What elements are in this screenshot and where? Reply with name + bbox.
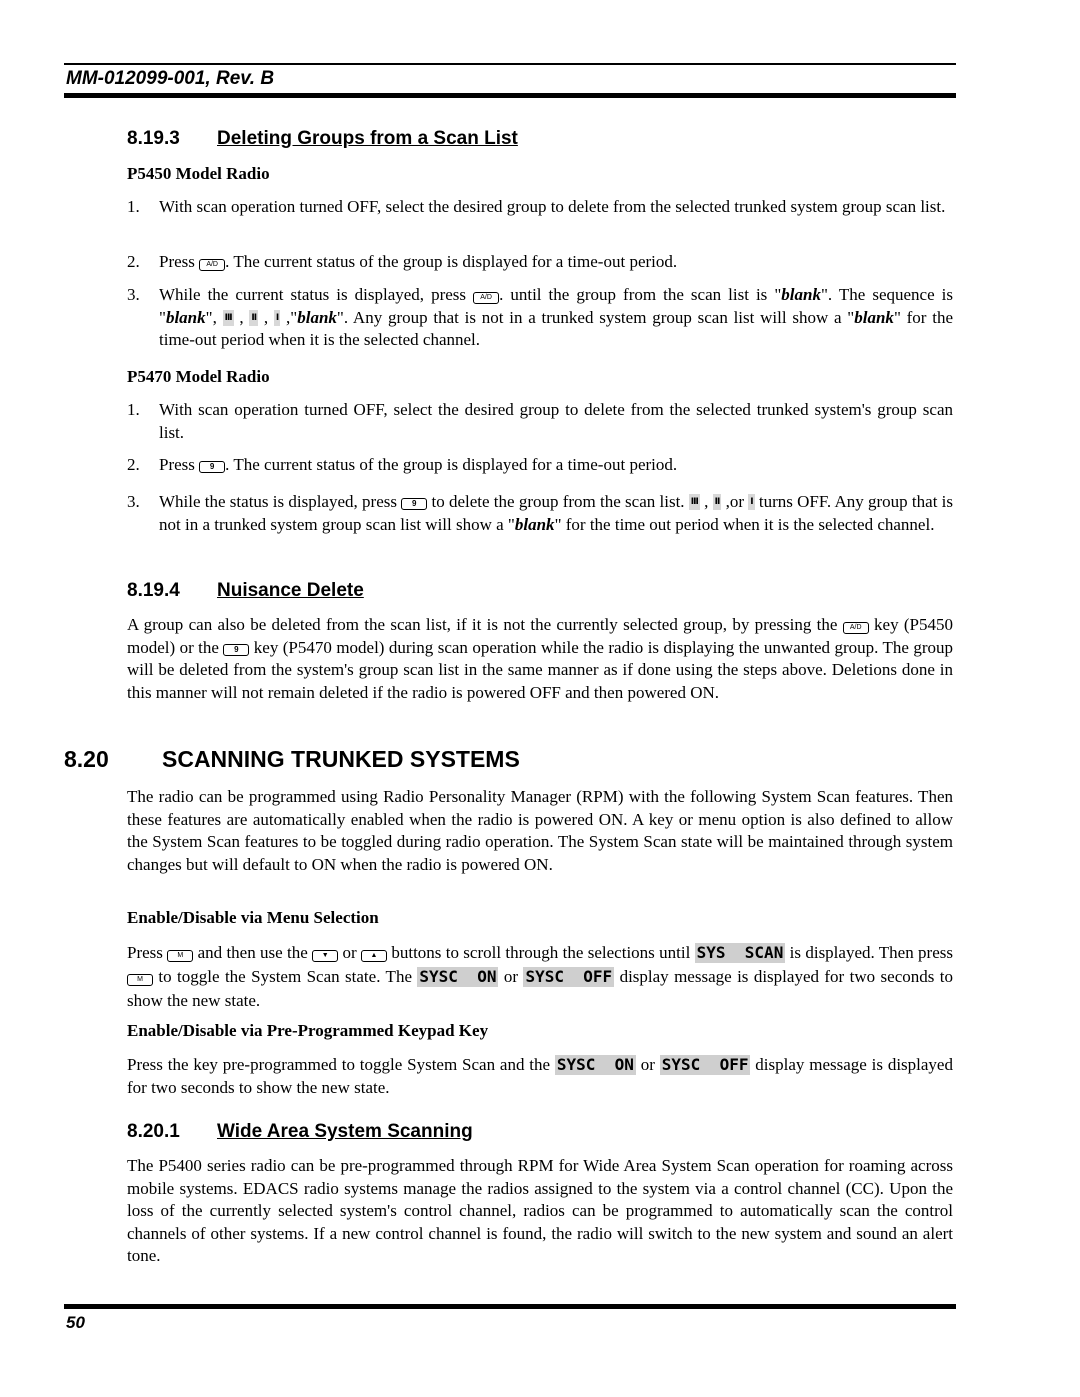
list-item: 3. While the current status is displayed… bbox=[127, 284, 953, 352]
document-page: MM-012099-001, Rev. B 8.19.3 Deleting Gro… bbox=[0, 0, 1080, 1397]
list-item: 2. Press 9. The current status of the gr… bbox=[127, 454, 953, 477]
subheading-p5470: P5470 Model Radio bbox=[127, 367, 270, 386]
nuisance-delete-paragraph: A group can also be deleted from the sca… bbox=[127, 615, 953, 702]
item-text: Press A/D. The current status of the gro… bbox=[159, 252, 678, 271]
lcd-sysc-on: SYSC ON bbox=[417, 967, 499, 987]
section-heading-8-19-4: 8.19.4 Nuisance Delete bbox=[127, 580, 364, 602]
item-text: While the status is displayed, press 9 t… bbox=[159, 492, 954, 534]
list-item: 1. With scan operation turned OFF, selec… bbox=[127, 196, 953, 219]
menu-selection-paragraph: Press M and then use the ▼ or ▲ buttons … bbox=[127, 943, 953, 1010]
section-heading-8-19-3: 8.19.3 Deleting Groups from a Scan List bbox=[127, 128, 518, 150]
ad-key-icon: A/D bbox=[842, 622, 869, 634]
subheading-keypad-key: Enable/Disable via Pre-Programmed Keypad… bbox=[127, 1021, 489, 1040]
header-rule-thick bbox=[64, 93, 956, 98]
scanning-intro-paragraph: The radio can be programmed using Radio … bbox=[127, 787, 953, 874]
scan-priority-2-icon: II bbox=[249, 309, 259, 326]
lcd-sysc-off: SYSC OFF bbox=[523, 967, 615, 987]
menu-key-icon: M bbox=[127, 974, 153, 986]
item-number: 1. bbox=[127, 400, 140, 419]
list-item: 3. While the status is displayed, press … bbox=[127, 491, 953, 536]
scan-priority-3-icon: III bbox=[222, 309, 234, 326]
footer-rule bbox=[64, 1304, 956, 1309]
ad-key-icon: A/D bbox=[473, 292, 500, 304]
section-heading-8-20: 8.20 SCANNING TRUNKED SYSTEMS bbox=[64, 746, 520, 773]
subheading-menu-selection: Enable/Disable via Menu Selection bbox=[127, 908, 379, 927]
document-id: MM-012099-001, Rev. B bbox=[66, 68, 275, 89]
item-text: Press 9. The current status of the group… bbox=[159, 455, 678, 474]
section-heading-8-20-1: 8.20.1 Wide Area System Scanning bbox=[127, 1121, 473, 1143]
page-number: 50 bbox=[66, 1313, 85, 1332]
header-rule-thin bbox=[64, 63, 956, 65]
item-number: 3. bbox=[127, 285, 140, 304]
item-number: 1. bbox=[127, 197, 140, 216]
lcd-sys-scan: SYS SCAN bbox=[694, 943, 786, 963]
down-key-icon: ▼ bbox=[312, 950, 339, 962]
menu-key-icon: M bbox=[167, 950, 194, 962]
section-title: Deleting Groups from a Scan List bbox=[217, 128, 518, 149]
section-title: Nuisance Delete bbox=[217, 580, 364, 601]
item-number: 2. bbox=[127, 252, 140, 271]
nine-del-key-icon: 9 bbox=[401, 498, 428, 510]
scan-priority-3-icon: III bbox=[688, 494, 700, 510]
list-item: 2. Press A/D. The current status of the … bbox=[127, 251, 953, 274]
item-number: 2. bbox=[127, 455, 140, 474]
nine-del-key-icon: 9 bbox=[199, 461, 226, 473]
ad-key-icon: A/D bbox=[199, 259, 226, 271]
keypad-key-paragraph: Press the key pre-programmed to toggle S… bbox=[127, 1055, 953, 1097]
wide-area-paragraph: The P5400 series radio can be pre-progra… bbox=[127, 1156, 953, 1265]
item-number: 3. bbox=[127, 492, 140, 511]
item-text: With scan operation turned OFF, select t… bbox=[159, 400, 953, 442]
scan-priority-2-icon: II bbox=[712, 494, 722, 510]
section-title: SCANNING TRUNKED SYSTEMS bbox=[162, 746, 520, 772]
lcd-sysc-off: SYSC OFF bbox=[659, 1055, 751, 1075]
section-number: 8.19.3 bbox=[127, 128, 180, 149]
section-title: Wide Area System Scanning bbox=[217, 1121, 473, 1142]
section-number: 8.19.4 bbox=[127, 580, 180, 601]
item-text: With scan operation turned OFF, select t… bbox=[159, 197, 946, 216]
lcd-sysc-on: SYSC ON bbox=[554, 1055, 636, 1075]
nine-del-key-icon: 9 bbox=[223, 643, 250, 656]
list-item: 1. With scan operation turned OFF, selec… bbox=[127, 399, 953, 444]
section-number: 8.20 bbox=[64, 746, 109, 772]
item-text: While the current status is displayed, p… bbox=[159, 285, 953, 349]
section-number: 8.20.1 bbox=[127, 1121, 180, 1142]
subheading-p5450: P5450 Model Radio bbox=[127, 164, 270, 183]
up-key-icon: ▲ bbox=[361, 950, 388, 962]
